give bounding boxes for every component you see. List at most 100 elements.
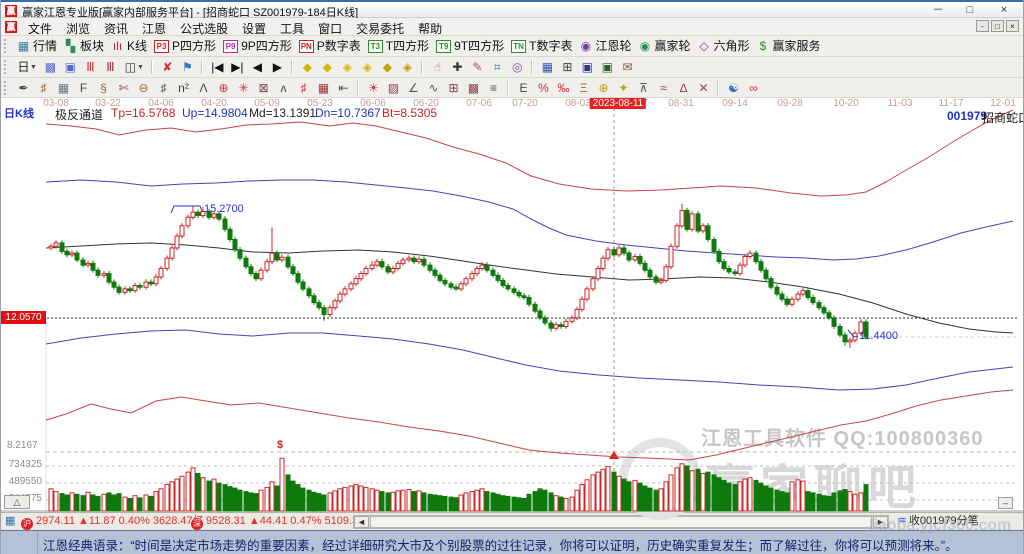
draw-tool-button-22[interactable]: ∿ <box>424 79 443 97</box>
draw-tool-button-28[interactable]: % <box>534 79 553 97</box>
draw-tool-button-23[interactable]: ⊞ <box>444 79 463 97</box>
draw-tool-button-30[interactable]: Ξ <box>574 79 593 97</box>
draw-tool-button-2[interactable]: ♯ <box>34 79 53 97</box>
view-tool-button-16[interactable]: ◆ <box>298 58 317 77</box>
mdi-document-icon[interactable]: 赢 <box>5 21 17 33</box>
draw-tool-button-7[interactable]: ⊖ <box>134 79 153 97</box>
draw-tool-button-1[interactable]: ✒ <box>14 79 33 97</box>
mdi-restore-button[interactable]: □ <box>991 20 1004 32</box>
main-tool-button-9[interactable]: TN T数字表 <box>508 37 575 56</box>
draw-tool-button-14[interactable]: ʌ <box>274 79 293 97</box>
main-tool-button-3[interactable]: ılı K线 <box>108 37 150 56</box>
view-tool-button-11[interactable]: |◀ <box>208 58 227 77</box>
main-tool-button-13[interactable]: $ 赢家服务 <box>754 37 824 56</box>
view-tool-button-14[interactable]: ▶ <box>268 58 287 77</box>
close-button[interactable]: × <box>991 3 1017 18</box>
draw-tool-button-33[interactable]: ⊼ <box>634 79 653 97</box>
view-tool-button-1[interactable]: 日▼ <box>14 58 40 77</box>
main-tool-button-10[interactable]: ◉ 江恩轮 <box>576 37 634 56</box>
draw-tool-button-12[interactable]: ✳ <box>234 79 253 97</box>
draw-tool-button-16[interactable]: ▦ <box>314 79 333 97</box>
draw-tool-button-17[interactable]: ⇤ <box>334 79 353 97</box>
draw-tool-button-36[interactable]: ✕ <box>694 79 713 97</box>
indicator-name[interactable]: 极反通道 <box>55 106 103 123</box>
view-tool-button-8[interactable]: ✘ <box>158 58 177 77</box>
draw-tool-button-3[interactable]: ▦ <box>54 79 73 97</box>
view-tool-button-20[interactable]: ◆ <box>378 58 397 77</box>
draw-tool-button-8[interactable]: ♯ <box>154 79 173 97</box>
draw-tool-button-10[interactable]: Λ <box>194 79 213 97</box>
main-tool-button-7[interactable]: T3 T四方形 <box>365 37 432 56</box>
watermark-logo-circle <box>619 438 701 520</box>
draw-tool-icon: ≡ <box>489 81 497 95</box>
view-tool-button-30[interactable]: ⊞ <box>558 58 577 77</box>
view-tool-button-2[interactable]: ▩ <box>41 58 60 77</box>
main-tool-button-6[interactable]: PN P数字表 <box>296 37 364 56</box>
main-tool-button-5[interactable]: P9 9P四方形 <box>220 37 295 56</box>
quote-bar-handle <box>1 531 38 554</box>
draw-tool-button-32[interactable]: ✦ <box>614 79 633 97</box>
draw-tool-button-21[interactable]: ∠ <box>404 79 423 97</box>
draw-tool-button-11[interactable]: ⊕ <box>214 79 233 97</box>
maximize-button[interactable]: □ <box>957 3 983 18</box>
view-tool-button-33[interactable]: ✉ <box>618 58 637 77</box>
main-tool-button-2[interactable]: ▚ 板块 <box>61 37 107 56</box>
main-tool-button-4[interactable]: P3 P四方形 <box>151 37 219 56</box>
draw-tool-button-39[interactable]: ∞ <box>744 79 763 97</box>
view-tool-button-13[interactable]: ◀ <box>248 58 267 77</box>
view-tool-button-21[interactable]: ◈ <box>398 58 417 77</box>
main-tool-button-8[interactable]: T9 9T四方形 <box>433 37 507 56</box>
view-tool-grip[interactable] <box>4 60 9 74</box>
view-tool-button-31[interactable]: ▣ <box>578 58 597 77</box>
main-tool-label: K线 <box>127 39 148 53</box>
draw-tool-button-24[interactable]: ▩ <box>464 79 483 97</box>
pane-expand-button[interactable]: △ <box>4 495 30 509</box>
view-tool-button-19[interactable]: ◈ <box>358 58 377 77</box>
draw-tool-button-20[interactable]: ▨ <box>384 79 403 97</box>
view-tool-button-25[interactable]: ✎ <box>468 58 487 77</box>
view-tool-button-17[interactable]: ◆ <box>318 58 337 77</box>
shenzhen-index[interactable]: 深 9528.31 ▲44.41 0.47% 5109.30亿 <box>191 514 375 530</box>
draw-tool-button-5[interactable]: § <box>94 79 113 97</box>
draw-tool-button-38[interactable]: ☯ <box>724 79 743 97</box>
draw-tool-button-4[interactable]: F <box>74 79 93 97</box>
view-tool-button-18[interactable]: ◈ <box>338 58 357 77</box>
view-tool-button-3[interactable]: ▣ <box>61 58 80 77</box>
view-tool-button-26[interactable]: ⌗ <box>488 58 507 77</box>
main-tool-grip[interactable] <box>4 39 9 53</box>
view-tool-button-12[interactable]: ▶| <box>228 58 247 77</box>
view-tool-button-24[interactable]: ✚ <box>448 58 467 77</box>
shanghai-index[interactable]: 沪 2974.11 ▲11.87 0.40% 3628.47亿 <box>21 514 204 530</box>
view-tool-button-29[interactable]: ▦ <box>538 58 557 77</box>
draw-tool-button-31[interactable]: ⊕ <box>594 79 613 97</box>
draw-tool-button-27[interactable]: E <box>514 79 533 97</box>
main-tool-button-11[interactable]: ◉ 赢家轮 <box>635 37 693 56</box>
view-tool-button-27[interactable]: ◎ <box>508 58 527 77</box>
draw-tool-grip[interactable] <box>4 81 9 95</box>
minimize-button[interactable]: － <box>925 3 951 18</box>
draw-tool-button-9[interactable]: n² <box>174 79 193 97</box>
view-tool-button-5[interactable]: Ⅲ <box>101 58 120 77</box>
main-tool-label: 9T四方形 <box>454 39 505 53</box>
draw-tool-button-13[interactable]: ⊠ <box>254 79 273 97</box>
draw-tool-button-35[interactable]: ∆ <box>674 79 693 97</box>
draw-tool-button-34[interactable]: ≈ <box>654 79 673 97</box>
main-tool-button-1[interactable]: ▦ 行情 <box>14 37 60 56</box>
view-tool-button-23[interactable]: ☝ <box>428 58 447 77</box>
view-tool-button-6[interactable]: ◫▼ <box>121 58 147 77</box>
view-tool-button-4[interactable]: Ⅲ <box>81 58 100 77</box>
mdi-minimize-button[interactable]: - <box>976 20 989 32</box>
scroll-left-arrow[interactable]: ◄ <box>354 516 369 528</box>
main-tool-button-12[interactable]: ◇ 六角形 <box>695 37 753 56</box>
period-label[interactable]: 日K线 <box>4 105 34 121</box>
view-tool-button-32[interactable]: ▣ <box>598 58 617 77</box>
draw-tool-button-6[interactable]: ✄ <box>114 79 133 97</box>
draw-tool-button-19[interactable]: ☀ <box>364 79 383 97</box>
view-tool-button-9[interactable]: ⚑ <box>178 58 197 77</box>
mdi-close-button[interactable]: × <box>1006 20 1019 32</box>
pane-collapse-button[interactable]: – <box>998 497 1013 509</box>
draw-tool-button-29[interactable]: ‰ <box>554 79 573 97</box>
draw-tool-button-15[interactable]: ♯ <box>294 79 313 97</box>
board-icon[interactable]: ▦ <box>5 514 15 529</box>
draw-tool-button-25[interactable]: ≡ <box>484 79 503 97</box>
